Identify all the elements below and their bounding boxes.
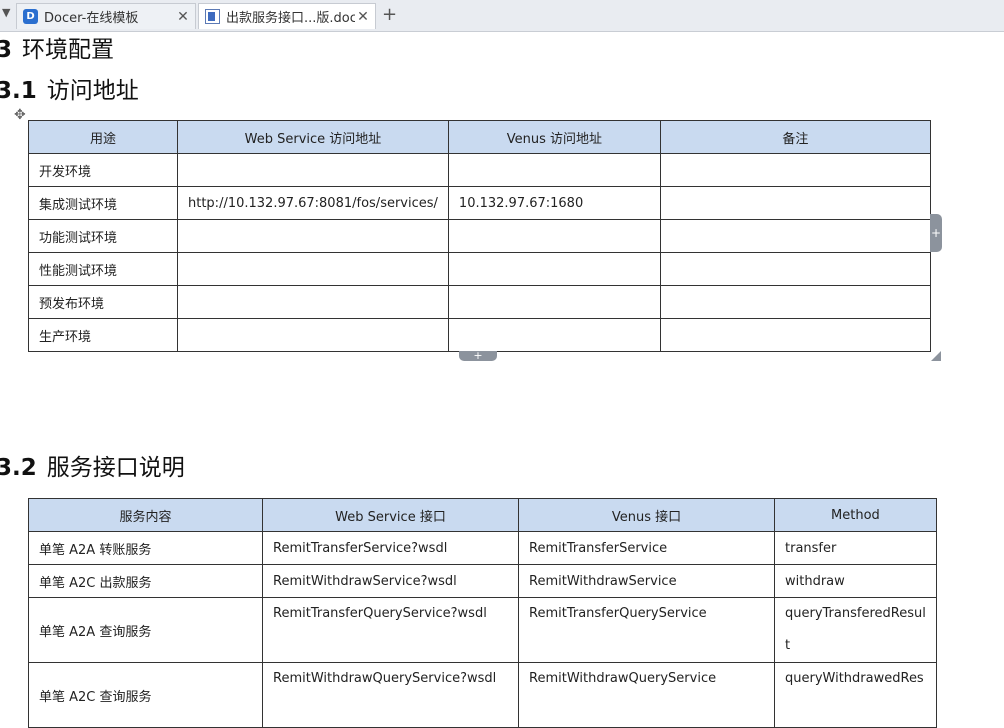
- column-header: Web Service 接口: [262, 498, 519, 532]
- table-cell[interactable]: 单笔 A2C 查询服务: [28, 662, 263, 728]
- table-cell[interactable]: queryTransferedResul t: [774, 597, 937, 663]
- add-row-button[interactable]: +: [459, 350, 497, 361]
- table-row: 单笔 A2A 查询服务 RemitTransferQueryService?ws…: [28, 597, 937, 663]
- new-tab-button[interactable]: +: [382, 4, 397, 25]
- column-header: 用途: [28, 120, 178, 154]
- table-cell[interactable]: RemitTransferService?wsdl: [262, 531, 519, 565]
- table-row: 预发布环境: [28, 285, 931, 319]
- table-cell[interactable]: RemitWithdrawQueryService: [518, 662, 775, 728]
- table-cell[interactable]: [447, 318, 661, 352]
- heading-text: 环境配置: [22, 37, 115, 63]
- table-cell[interactable]: 功能测试环境: [28, 219, 178, 253]
- table-row: 集成测试环境 http://10.132.97.67:8081/fos/serv…: [28, 186, 931, 220]
- table-cell[interactable]: withdraw: [774, 564, 937, 598]
- table-cell[interactable]: [659, 252, 931, 286]
- column-header: Venus 访问地址: [447, 120, 661, 154]
- table-header-row: 服务内容 Web Service 接口 Venus 接口 Method: [28, 498, 937, 532]
- table-cell[interactable]: [659, 186, 931, 220]
- tab-label: Docer-在线模板: [44, 11, 139, 26]
- heading-number: 3.2: [0, 455, 37, 481]
- heading-number: 3: [0, 37, 13, 63]
- table-row: 单笔 A2A 转账服务 RemitTransferService?wsdl Re…: [28, 531, 937, 565]
- heading-text: 服务接口说明: [46, 455, 185, 481]
- table-cell[interactable]: 预发布环境: [28, 285, 178, 319]
- table-header-row: 用途 Web Service 访问地址 Venus 访问地址 备注: [28, 120, 931, 154]
- access-address-table: 用途 Web Service 访问地址 Venus 访问地址 备注 开发环境 集…: [28, 120, 931, 352]
- close-icon[interactable]: ✕: [175, 9, 191, 25]
- heading-text: 访问地址: [46, 78, 139, 104]
- docer-icon: D: [23, 9, 38, 24]
- tab-scroll-icon[interactable]: ▼: [2, 6, 10, 19]
- table-cell[interactable]: [177, 285, 449, 319]
- table-cell[interactable]: [177, 153, 449, 187]
- close-icon[interactable]: ✕: [355, 9, 371, 25]
- section-heading: 3 环境配置: [0, 30, 114, 64]
- table-cell[interactable]: [659, 285, 931, 319]
- subsection-heading-service: 3.2 服务接口说明: [0, 448, 185, 482]
- table-cell[interactable]: 性能测试环境: [28, 252, 178, 286]
- table-cell[interactable]: 生产环境: [28, 318, 178, 352]
- column-header: Venus 接口: [518, 498, 775, 532]
- table-cell[interactable]: RemitWithdrawService: [518, 564, 775, 598]
- table-cell[interactable]: 集成测试环境: [28, 186, 178, 220]
- table-cell[interactable]: RemitWithdrawService?wsdl: [262, 564, 519, 598]
- table-cell[interactable]: [659, 318, 931, 352]
- table-cell[interactable]: RemitWithdrawQueryService?wsdl: [262, 662, 519, 728]
- cell-text-line: queryTransferedResul: [785, 606, 926, 621]
- tab-docer[interactable]: D Docer-在线模板 ✕: [16, 3, 196, 29]
- table-cell[interactable]: RemitTransferQueryService: [518, 597, 775, 663]
- table-cell[interactable]: [447, 219, 661, 253]
- table-resize-handle[interactable]: [931, 351, 941, 361]
- service-interface-table: 服务内容 Web Service 接口 Venus 接口 Method 单笔 A…: [28, 498, 937, 728]
- table-cell[interactable]: [447, 252, 661, 286]
- column-header: Web Service 访问地址: [177, 120, 449, 154]
- table-cell[interactable]: [177, 252, 449, 286]
- table-cell[interactable]: [447, 285, 661, 319]
- tab-bar: ▼ D Docer-在线模板 ✕ 出款服务接口...版.docx ✕ +: [0, 0, 1004, 32]
- word-doc-icon: [205, 9, 220, 24]
- table-cell[interactable]: 单笔 A2C 出款服务: [28, 564, 263, 598]
- table-cell[interactable]: RemitTransferService: [518, 531, 775, 565]
- tab-label: 出款服务接口...版.docx: [226, 11, 355, 26]
- cell-text-line: t: [785, 638, 791, 653]
- table-row: 单笔 A2C 查询服务 RemitWithdrawQueryService?ws…: [28, 662, 937, 728]
- table-cell[interactable]: 10.132.97.67:1680: [447, 186, 661, 220]
- table-cell[interactable]: 单笔 A2A 查询服务: [28, 597, 263, 663]
- table-cell[interactable]: [177, 318, 449, 352]
- heading-number: 3.1: [0, 78, 37, 104]
- table-move-icon[interactable]: ✥: [14, 107, 26, 123]
- table-row: 开发环境: [28, 153, 931, 187]
- table-cell[interactable]: [447, 153, 661, 187]
- table-cell[interactable]: transfer: [774, 531, 937, 565]
- table-cell[interactable]: [659, 219, 931, 253]
- table-cell[interactable]: [177, 219, 449, 253]
- table-row: 生产环境: [28, 318, 931, 352]
- table-row: 单笔 A2C 出款服务 RemitWithdrawService?wsdl Re…: [28, 564, 937, 598]
- table-cell[interactable]: queryWithdrawedRes: [774, 662, 937, 728]
- table-cell[interactable]: 开发环境: [28, 153, 178, 187]
- tab-document[interactable]: 出款服务接口...版.docx ✕: [198, 3, 376, 29]
- table-cell[interactable]: RemitTransferQueryService?wsdl: [262, 597, 519, 663]
- add-column-button[interactable]: +: [930, 214, 942, 252]
- table-cell[interactable]: 单笔 A2A 转账服务: [28, 531, 263, 565]
- column-header: Method: [774, 498, 937, 532]
- table-cell[interactable]: [659, 153, 931, 187]
- table-row: 性能测试环境: [28, 252, 931, 286]
- table-row: 功能测试环境: [28, 219, 931, 253]
- column-header: 服务内容: [28, 498, 263, 532]
- column-header: 备注: [659, 120, 931, 154]
- subsection-heading-access: 3.1 访问地址: [0, 71, 139, 105]
- table-cell[interactable]: http://10.132.97.67:8081/fos/services/: [177, 186, 449, 220]
